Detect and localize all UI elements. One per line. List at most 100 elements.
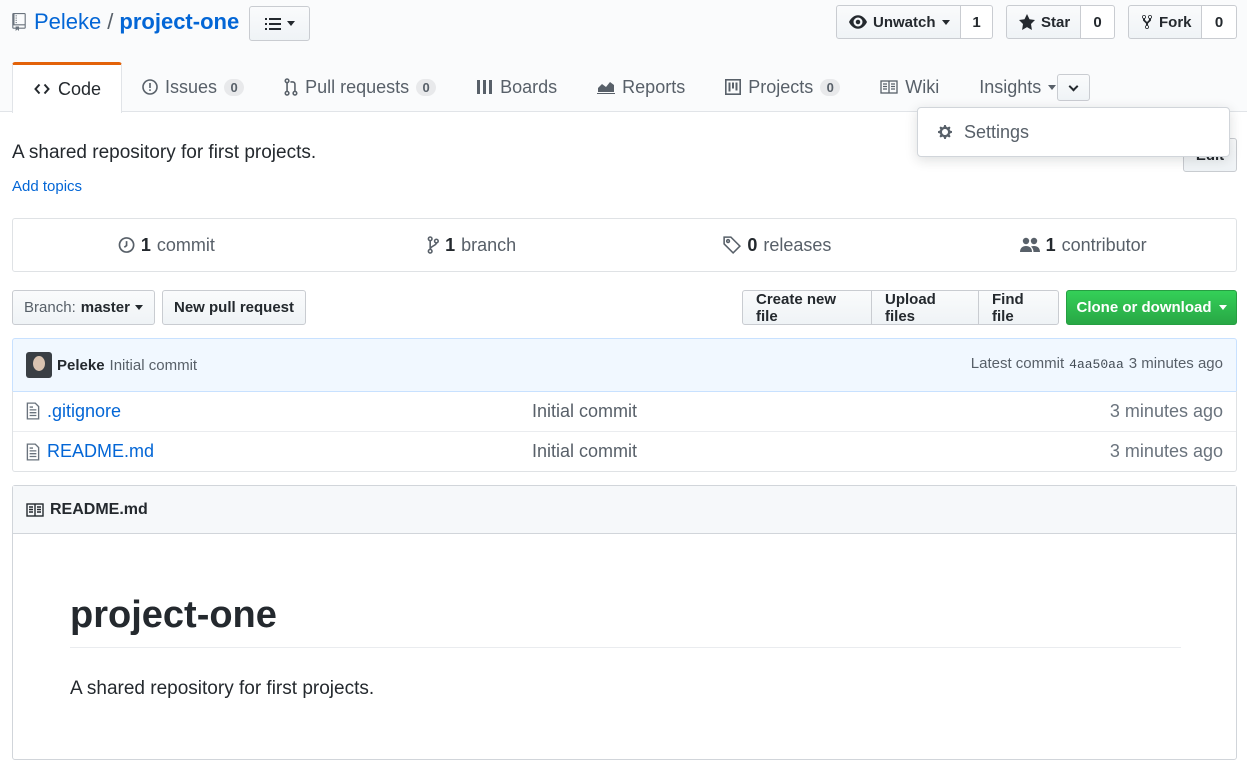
avatar[interactable] [26,352,52,378]
repo-icon [12,13,26,31]
commits-label: commit [156,234,215,255]
book-icon [26,502,44,517]
code-icon [33,82,51,96]
chevron-down-icon [1048,84,1057,90]
tab-issues-label: Issues [165,76,218,97]
tab-projects[interactable]: Projects 0 [705,62,860,112]
add-topics-link[interactable]: Add topics [12,178,82,195]
find-file-button[interactable]: Find file [978,290,1059,325]
star-button[interactable]: Star [1006,5,1081,39]
tab-pull-requests[interactable]: Pull requests 0 [264,62,456,112]
tag-icon [723,236,742,254]
star-label: Star [1041,13,1071,31]
path-separator: / [107,9,114,34]
fork-label: Fork [1159,13,1192,31]
latest-commit-info: Latest commit 4aa50aa 3 minutes ago [971,355,1223,375]
caret-down-icon [941,19,950,25]
tab-wiki[interactable]: Wiki [860,62,959,112]
fork-icon [1141,14,1153,30]
unwatch-button[interactable]: Unwatch [836,5,961,39]
unwatch-label: Unwatch [873,13,936,31]
releases-count: 0 [747,234,758,255]
file-list: .gitignore Initial commit 3 minutes ago … [12,391,1237,472]
issue-icon [142,79,158,95]
caret-down-icon [134,305,143,310]
repo-list-menu-button[interactable] [249,6,310,41]
upload-files-button[interactable]: Upload files [871,290,979,325]
file-age: 3 minutes ago [1109,441,1223,461]
branches-summary[interactable]: 1 branch [319,219,625,271]
star-group: Star 0 [1006,5,1115,39]
clone-or-download-button[interactable]: Clone or download [1066,290,1237,325]
tab-code[interactable]: Code [12,62,123,113]
branch-select-button[interactable]: Branch: master [12,290,155,325]
file-actions-group: Create new file Upload files Find file [742,290,1059,325]
boards-icon [476,79,493,95]
tab-boards[interactable]: Boards [456,62,577,112]
fork-group: Fork 0 [1128,5,1237,39]
file-commit-message[interactable]: Initial commit [532,401,637,422]
watchers-count[interactable]: 1 [961,5,993,39]
new-pull-request-button[interactable]: New pull request [162,290,306,325]
projects-counter: 0 [820,78,841,96]
tab-boards-label: Boards [500,76,558,97]
clone-label: Clone or download [1076,299,1212,316]
book-icon [880,80,898,94]
tab-projects-label: Projects [748,76,814,97]
watch-group: Unwatch 1 [836,5,993,39]
branches-count: 1 [445,234,456,255]
latest-commit-bar: Peleke Initial commit Latest commit 4aa5… [12,338,1237,392]
releases-summary[interactable]: 0 releases [625,219,931,271]
tab-issues[interactable]: Issues 0 [122,62,264,112]
file-commit-message[interactable]: Initial commit [532,441,637,462]
tab-wiki-label: Wiki [905,76,940,97]
file-age: 3 minutes ago [1109,400,1223,421]
contributors-count: 1 [1045,234,1056,255]
list-icon [264,17,281,31]
more-tabs-dropdown: Settings [917,107,1230,157]
more-tabs-button[interactable] [1057,74,1090,101]
repo-nav-tabs: Code Issues 0 Pull requests 0 Boards Rep… [12,62,1076,113]
readme-filename: README.md [50,500,148,518]
star-icon [1019,14,1035,30]
commit-message-link[interactable]: Initial commit [110,357,198,374]
file-name-link[interactable]: README.md [47,441,154,462]
file-row: README.md Initial commit 3 minutes ago [13,431,1236,471]
tab-code-label: Code [58,78,102,99]
tab-pull-requests-label: Pull requests [305,76,410,97]
create-new-file-button[interactable]: Create new file [742,290,872,325]
repo-owner-link[interactable]: Peleke [34,9,101,35]
latest-commit-age: 3 minutes ago [1128,355,1223,372]
releases-label: releases [763,234,832,255]
readme-header: README.md [13,486,1236,534]
tab-reports[interactable]: Reports [577,62,705,112]
file-row: .gitignore Initial commit 3 minutes ago [13,391,1236,431]
commit-author-link[interactable]: Peleke [57,357,105,374]
commit-sha-link[interactable]: 4aa50aa [1069,355,1124,375]
readme-box: README.md project-one A shared repositor… [12,485,1237,760]
settings-menu-item[interactable]: Settings [964,122,1029,143]
contributors-summary[interactable]: 1 contributor [930,219,1236,271]
eye-icon [849,15,867,29]
gear-icon [938,124,954,140]
fork-button[interactable]: Fork [1128,5,1202,39]
repo-numbers-summary: 1 commit 1 branch 0 releases 1 contribut… [12,218,1237,272]
repo-description: A shared repository for first projects. [12,142,317,163]
stargazers-count[interactable]: 0 [1081,5,1115,39]
branches-label: branch [461,234,517,255]
pull-request-icon [284,78,298,96]
graph-icon [597,80,616,94]
caret-down-icon [1218,305,1227,310]
file-icon [26,402,40,420]
project-icon [725,79,742,95]
file-name-link[interactable]: .gitignore [47,401,121,422]
repo-name-link[interactable]: project-one [119,9,239,35]
chevron-down-icon [1068,81,1079,91]
commits-summary[interactable]: 1 commit [13,219,319,271]
contributors-label: contributor [1061,234,1147,255]
pull-requests-counter: 0 [416,78,437,96]
repo-title: Peleke / project-one [12,6,239,38]
forks-count[interactable]: 0 [1202,5,1237,39]
commits-count: 1 [140,234,151,255]
branch-select-value: master [80,299,130,316]
